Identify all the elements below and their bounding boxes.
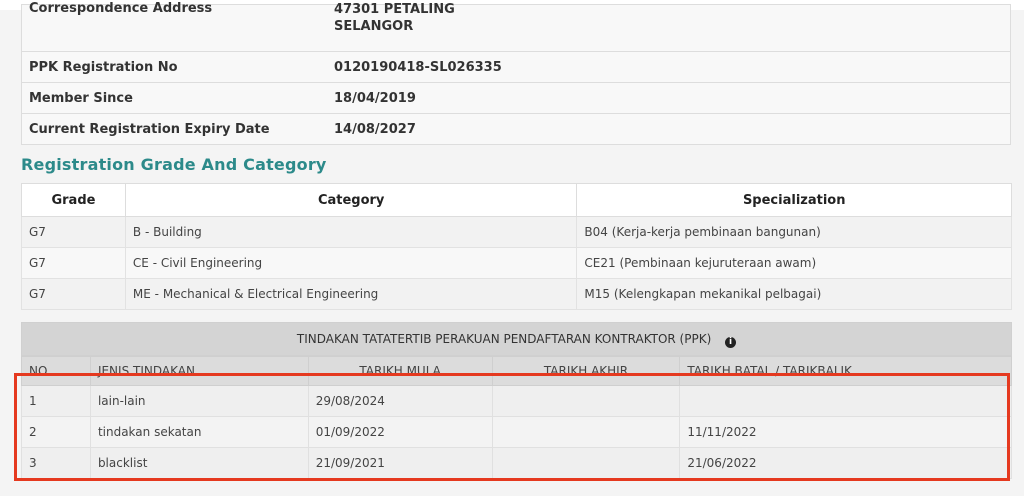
column-header-grade: Grade — [21, 183, 126, 217]
profile-row-address: Correspondence Address 47301 PETALING SE… — [21, 1, 1011, 52]
batal-cell: 11/11/2022 — [679, 416, 1012, 448]
table-row: 3 blacklist 21/09/2021 21/06/2022 — [21, 447, 1012, 479]
category-cell: ME - Mechanical & Electrical Engineering — [124, 278, 578, 310]
content-panel: Correspondence Address 47301 PETALING SE… — [0, 1, 1024, 496]
info-icon[interactable]: i — [725, 337, 737, 348]
batal-cell: 21/06/2022 — [679, 447, 1012, 479]
grade-cell: G7 — [21, 247, 126, 279]
table-row: G7 B - Building B04 (Kerja-kerja pembina… — [21, 216, 1012, 248]
profile-label: Correspondence Address — [29, 1, 213, 16]
akhir-cell — [491, 416, 681, 448]
no-cell: 3 — [21, 447, 91, 479]
profile-table: Correspondence Address 47301 PETALING SE… — [21, 1, 1011, 145]
profile-row-member-since: Member Since 18/04/2019 — [21, 83, 1011, 114]
category-cell: CE - Civil Engineering — [124, 247, 578, 279]
grade-category-table: Grade Category Specialization G7 B - Bui… — [21, 183, 1012, 310]
column-header-category: Category — [124, 183, 578, 217]
specialization-cell: M15 (Kelengkapan mekanikal pelbagai) — [576, 278, 1012, 310]
column-header-specialization: Specialization — [576, 183, 1012, 217]
grade-cell: G7 — [21, 216, 126, 248]
column-header-tarikh-akhir: TARIKH AKHIR — [491, 356, 681, 386]
disciplinary-table: NO JENIS TINDAKAN TARIKH MULA TARIKH AKH… — [21, 356, 1012, 479]
no-cell: 1 — [21, 385, 91, 417]
profile-value: 18/04/2019 — [334, 91, 416, 106]
profile-value: 47301 PETALING SELANGOR — [334, 1, 455, 35]
profile-row-expiry: Current Registration Expiry Date 14/08/2… — [21, 114, 1011, 145]
no-cell: 2 — [21, 416, 91, 448]
table-row: 1 lain-lain 29/08/2024 — [21, 385, 1012, 417]
mula-cell: 01/09/2022 — [307, 416, 493, 448]
profile-label: Member Since — [29, 91, 133, 106]
profile-value: 0120190418-SL026335 — [334, 60, 502, 75]
jenis-cell: lain-lain — [89, 385, 309, 417]
mula-cell: 29/08/2024 — [307, 385, 493, 417]
disciplinary-title: TINDAKAN TATATERTIB PERAKUAN PENDAFTARAN… — [296, 332, 712, 346]
table-row: G7 CE - Civil Engineering CE21 (Pembinaa… — [21, 247, 1012, 279]
category-cell: B - Building — [124, 216, 578, 248]
column-header-no: NO — [21, 356, 91, 386]
disciplinary-section: TINDAKAN TATATERTIB PERAKUAN PENDAFTARAN… — [21, 322, 1012, 479]
profile-value: 14/08/2027 — [334, 122, 416, 137]
profile-label: Current Registration Expiry Date — [29, 122, 270, 137]
akhir-cell — [491, 447, 681, 479]
disciplinary-title-bar: TINDAKAN TATATERTIB PERAKUAN PENDAFTARAN… — [21, 322, 1012, 356]
specialization-cell: B04 (Kerja-kerja pembinaan bangunan) — [576, 216, 1012, 248]
jenis-cell: tindakan sekatan — [89, 416, 309, 448]
column-header-tarikh-batal: TARIKH BATAL / TARIKBALIK — [679, 356, 1012, 386]
akhir-cell — [491, 385, 681, 417]
column-header-jenis: JENIS TINDAKAN — [89, 356, 309, 386]
profile-row-ppk-no: PPK Registration No 0120190418-SL026335 — [21, 52, 1011, 83]
table-row: 2 tindakan sekatan 01/09/2022 11/11/2022 — [21, 416, 1012, 448]
column-header-tarikh-mula: TARIKH MULA — [307, 356, 493, 386]
address-line-2: SELANGOR — [334, 19, 414, 34]
batal-cell — [679, 385, 1012, 417]
grade-cell: G7 — [21, 278, 126, 310]
table-header-row: NO JENIS TINDAKAN TARIKH MULA TARIKH AKH… — [21, 356, 1012, 386]
mula-cell: 21/09/2021 — [307, 447, 493, 479]
jenis-cell: blacklist — [89, 447, 309, 479]
profile-label: PPK Registration No — [29, 60, 178, 75]
specialization-cell: CE21 (Pembinaan kejuruteraan awam) — [576, 247, 1012, 279]
table-header-row: Grade Category Specialization — [21, 183, 1012, 217]
section-title: Registration Grade And Category — [21, 155, 327, 174]
address-line-1: 47301 PETALING — [334, 2, 455, 17]
table-row: G7 ME - Mechanical & Electrical Engineer… — [21, 278, 1012, 310]
